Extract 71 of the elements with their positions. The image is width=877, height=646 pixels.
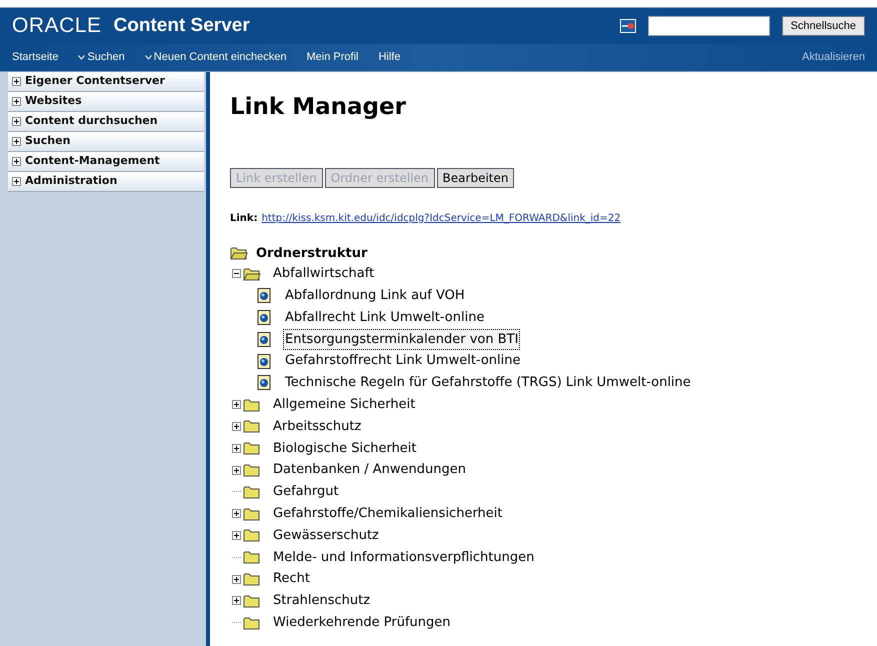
tree-folder[interactable]: Recht: [271, 568, 312, 590]
expand-icon[interactable]: [12, 177, 21, 186]
logo: ORACLE: [12, 13, 102, 40]
nav-link[interactable]: Suchen: [78, 49, 125, 66]
tree-folder[interactable]: Biologische Sicherheit: [271, 438, 419, 460]
tree-folder[interactable]: Gefahrstoffe/Chemikaliensicherheit: [271, 502, 505, 524]
nav-link[interactable]: Startseite: [12, 49, 58, 66]
chevron-down-icon: [144, 55, 152, 60]
web-document-icon: [257, 375, 271, 390]
web-document-icon: [257, 288, 271, 304]
expand-icon[interactable]: [232, 596, 241, 606]
expand-icon[interactable]: [232, 422, 241, 431]
sidebar-item[interactable]: Suchen: [8, 132, 204, 152]
folder-icon: [243, 528, 261, 542]
folder-icon: [243, 441, 261, 456]
toolbar-button[interactable]: Bearbeiten: [436, 168, 514, 188]
tree-folder[interactable]: Wiederkehrende Prüfungen: [271, 612, 452, 634]
nav-link[interactable]: Neuen Content einchecken: [144, 49, 286, 66]
chevron-down-icon: [78, 55, 86, 60]
folder-icon: [243, 572, 261, 586]
tree-folder[interactable]: Abfallwirtschaft: [271, 263, 376, 285]
folder-icon: [243, 506, 261, 521]
go-icon[interactable]: [620, 19, 636, 33]
quick-search-field[interactable]: [648, 16, 770, 36]
expand-icon[interactable]: [232, 530, 241, 540]
folder-icon: [243, 594, 261, 608]
folder-icon: [243, 398, 261, 412]
nav-link[interactable]: Mein Profil: [306, 49, 358, 66]
tree-root: Ordnerstruktur: [256, 244, 368, 262]
expand-icon[interactable]: [232, 444, 241, 453]
sidebar-item[interactable]: Administration: [8, 172, 204, 192]
web-document-icon: [257, 332, 271, 347]
sidebar-item[interactable]: Content-Management: [8, 152, 204, 172]
refresh-link[interactable]: Aktualisieren: [802, 49, 865, 66]
expand-icon[interactable]: [232, 400, 241, 410]
expand-icon[interactable]: [12, 117, 21, 126]
expand-icon[interactable]: [232, 574, 241, 584]
sidebar-item[interactable]: Content durchsuchen: [8, 112, 204, 132]
tree-link[interactable]: Gefahrstoffrecht Link Umwelt-online: [283, 350, 523, 372]
tree-folder[interactable]: Melde- und Informationsverpflichtungen: [271, 546, 536, 568]
tree-folder[interactable]: Strahlenschutz: [271, 590, 372, 612]
tree-link[interactable]: Abfallrecht Link Umwelt-online: [283, 306, 486, 328]
tree-link[interactable]: Technische Regeln für Gefahrstoffe (TRGS) Link Umwelt-online: [283, 372, 693, 394]
page-title: Link Manager: [230, 93, 407, 122]
web-document-icon: [257, 310, 271, 325]
tree-folder[interactable]: Arbeitsschutz: [271, 416, 364, 438]
collapse-icon[interactable]: [232, 269, 241, 278]
link-label: Link:: [230, 212, 258, 226]
folder-icon: [243, 463, 261, 478]
tree-link[interactable]: Entsorgungsterminkalender von BTI: [283, 328, 520, 350]
expand-icon[interactable]: [12, 137, 21, 146]
tree-folder[interactable]: Allgemeine Sicherheit: [271, 394, 418, 416]
link-url[interactable]: http://kiss.ksm.kit.edu/idc/idcplg?IdcService=LM_FORWARD&link_id=22: [262, 210, 621, 226]
nav-link[interactable]: Hilfe: [378, 49, 400, 66]
folder-icon: [243, 419, 261, 434]
expand-icon[interactable]: [232, 509, 241, 518]
open-folder-icon: [243, 266, 261, 281]
product-title: Content Server: [114, 14, 250, 38]
expand-icon[interactable]: [12, 157, 21, 166]
expand-icon[interactable]: [232, 466, 241, 475]
tree-folder[interactable]: Datenbanken / Anwendungen: [271, 459, 468, 481]
sidebar-item[interactable]: Websites: [8, 92, 204, 112]
expand-icon[interactable]: [12, 77, 21, 86]
tree-folder[interactable]: Gewässerschutz: [271, 524, 381, 546]
tree-link[interactable]: Abfallordnung Link auf VOH: [283, 284, 467, 306]
sidebar-item[interactable]: Eigener Contentserver: [8, 72, 204, 92]
open-folder-icon: [230, 246, 248, 260]
expand-icon[interactable]: [12, 97, 21, 106]
quick-search-button[interactable]: Schnellsuche: [782, 16, 865, 36]
web-document-icon: [257, 354, 271, 369]
tree-folder[interactable]: Gefahrgut: [271, 481, 341, 503]
